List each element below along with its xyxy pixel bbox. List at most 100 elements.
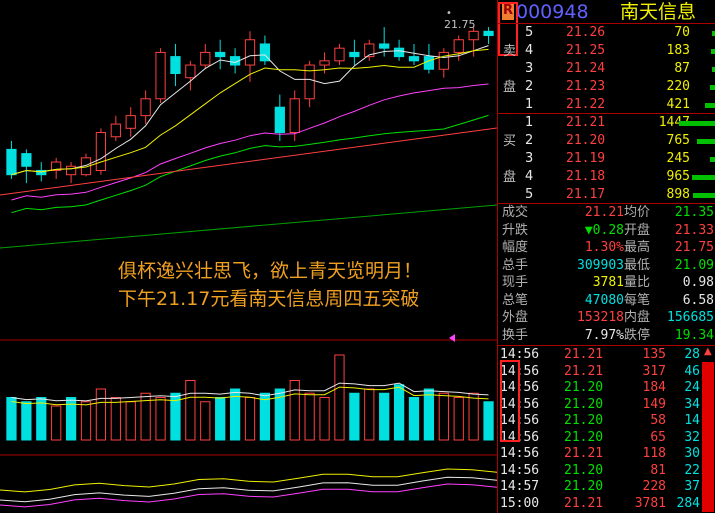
candle[interactable] (483, 30, 494, 37)
candles-group (6, 27, 494, 184)
stat-row: 总手 309903 最低 21.09 (498, 257, 715, 275)
candle[interactable] (110, 123, 121, 138)
stat-label: 现手 (502, 275, 529, 290)
stat-label: 换手 (502, 327, 529, 343)
volume-bar (349, 392, 360, 441)
tick-price: 21.21 (564, 446, 604, 461)
candle[interactable] (393, 47, 405, 58)
tick-row[interactable]: 14:56 21.20 149 34 (498, 396, 715, 414)
tick-row[interactable]: 14:56 21.21 317 46 (498, 363, 715, 381)
sell-order-row[interactable]: 2 21.23 220 (498, 78, 715, 96)
tick-row[interactable]: 14:56 21.21 118 30 (498, 445, 715, 463)
ma-line-120 (0, 204, 497, 249)
sell-order-row[interactable]: 3 21.24 87 (498, 60, 715, 78)
tick-time: 14:57 (500, 479, 540, 494)
order-level: 4 (525, 169, 534, 184)
order-volume-bar (692, 175, 715, 180)
volume-bar (21, 401, 32, 441)
volume-bar (334, 354, 345, 441)
stat-row: 幅度 1.30% 最高 21.75 (498, 239, 715, 257)
quote-panel: R 000948 南天信息 卖 盘 5 21.26 70 4 21.25 183 3 21.2… (497, 0, 715, 513)
volume-bar (453, 397, 464, 441)
high-price-label: 21.75 (444, 18, 476, 31)
tick-row[interactable]: 14:56 21.21 135 28 (498, 346, 715, 364)
stat-value: 1.30% (584, 240, 624, 255)
candle[interactable] (408, 56, 420, 62)
order-price: 21.20 (566, 133, 606, 148)
stat-value: 21.33 (674, 222, 714, 238)
sell-order-row[interactable]: 5 21.26 70 (498, 24, 715, 42)
candle[interactable] (289, 98, 300, 134)
buy-order-row[interactable]: 4 21.18 965 (498, 168, 715, 186)
candle[interactable] (319, 60, 330, 66)
high-marker: • (446, 8, 452, 19)
stat-label: 每笔 (624, 292, 651, 308)
tick-volume: 184 (642, 380, 666, 395)
order-volume-bar (710, 157, 715, 162)
buy-order-row[interactable]: 2 21.20 765 (498, 132, 715, 150)
sell-order-row[interactable]: 4 21.25 183 (498, 42, 715, 60)
order-level: 1 (525, 115, 534, 130)
tick-price: 21.20 (564, 462, 604, 478)
tick-count: 28 (684, 347, 700, 362)
tick-row[interactable]: 14:56 21.20 58 14 (498, 412, 715, 430)
candle[interactable] (304, 64, 315, 100)
candle[interactable] (379, 43, 390, 49)
tick-row[interactable]: 14:57 21.20 228 37 (498, 478, 715, 496)
candle[interactable] (170, 56, 181, 74)
volume-bar (185, 380, 196, 441)
tick-row[interactable]: 14:56 21.20 184 24 (498, 379, 715, 397)
order-price: 21.18 (566, 169, 606, 184)
candle[interactable] (468, 30, 479, 41)
stat-value: 6.58 (682, 292, 714, 308)
candle[interactable] (274, 106, 285, 134)
scroll-up-icon[interactable]: ▲ (704, 346, 712, 357)
candle[interactable] (438, 51, 449, 70)
candle[interactable] (453, 39, 464, 53)
stat-label: 均价 (624, 205, 651, 220)
order-volume-bar (679, 121, 715, 126)
volume-bar (393, 384, 405, 441)
buy-order-row[interactable]: 5 21.17 898 (498, 186, 715, 204)
volume-bar (125, 401, 136, 441)
order-price: 21.19 (566, 151, 606, 166)
stat-value: 0.98 (682, 275, 714, 290)
order-level: 3 (525, 61, 534, 76)
stat-label: 跌停 (624, 327, 651, 343)
candle[interactable] (95, 132, 107, 171)
stat-label: 内盘 (624, 310, 651, 325)
tick-price: 21.20 (564, 479, 604, 494)
ma-lines-group (0, 45, 497, 249)
stat-value: 47080 (584, 292, 624, 308)
candle[interactable] (125, 115, 136, 129)
candle[interactable] (215, 51, 226, 58)
stat-row: 升跌 ▼0.28 开盘 21.33 (498, 222, 715, 240)
candle[interactable] (349, 51, 360, 58)
tick-row[interactable]: 14:56 21.20 65 32 (498, 429, 715, 447)
candle[interactable] (140, 98, 151, 117)
candle[interactable] (423, 56, 435, 70)
candle[interactable] (21, 153, 32, 167)
tick-volume: 65 (650, 429, 666, 445)
stat-row: 总笔 47080 每笔 6.58 (498, 292, 715, 310)
candle[interactable] (200, 51, 211, 66)
volume-bar (244, 397, 256, 441)
volume-bar (408, 397, 420, 441)
sell-order-row[interactable]: 1 21.22 421 (498, 96, 715, 114)
candle[interactable] (244, 39, 256, 66)
order-volume: 421 (666, 97, 690, 112)
tick-volume: 58 (650, 413, 666, 428)
candle[interactable] (334, 47, 345, 62)
stat-value: 7.97% (584, 327, 624, 343)
candle[interactable] (155, 51, 166, 100)
candle[interactable] (6, 148, 17, 176)
stat-label: 量比 (624, 275, 651, 290)
stat-label: 总手 (502, 257, 529, 273)
tick-volume: 3781 (634, 495, 666, 511)
candle[interactable] (65, 165, 77, 176)
candle[interactable] (185, 64, 196, 79)
tick-row[interactable]: 14:56 21.20 81 22 (498, 462, 715, 480)
buy-order-row[interactable]: 3 21.19 245 (498, 150, 715, 168)
tick-row[interactable]: 15:00 21.21 3781 284 (498, 495, 715, 513)
volume-bar (379, 392, 390, 441)
